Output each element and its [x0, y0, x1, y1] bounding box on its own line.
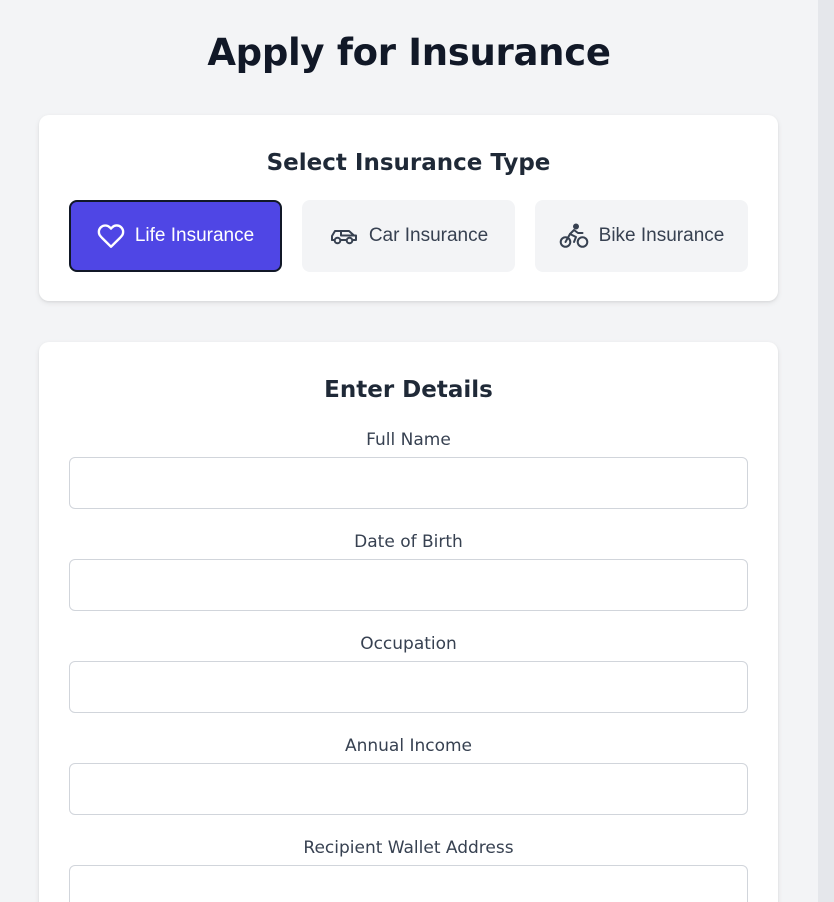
wallet-address-label: Recipient Wallet Address [303, 838, 514, 858]
occupation-label: Occupation [360, 634, 457, 654]
life-insurance-button[interactable]: Life Insurance [69, 200, 282, 272]
page-scrollbar[interactable] [818, 0, 834, 902]
date-of-birth-label: Date of Birth [354, 532, 463, 552]
full-name-label: Full Name [366, 430, 451, 450]
full-name-input[interactable] [69, 457, 748, 509]
car-insurance-label: Car Insurance [368, 225, 489, 246]
annual-income-label: Annual Income [344, 736, 473, 756]
heart-icon [97, 222, 125, 250]
life-insurance-label: Life Insurance [134, 225, 255, 246]
annual-income-input[interactable] [69, 763, 748, 815]
details-heading: Enter Details [324, 377, 493, 403]
details-card: Enter Details Full Name Date of Birth Oc… [39, 342, 778, 902]
bicycle-icon [559, 222, 589, 250]
occupation-input[interactable] [69, 661, 748, 713]
page-title: Apply for Insurance [207, 31, 611, 74]
insurance-type-card: Select Insurance Type Life Insurance Car… [39, 115, 778, 301]
date-of-birth-input[interactable] [69, 559, 748, 611]
bike-insurance-label: Bike Insurance [598, 225, 725, 246]
bike-insurance-button[interactable]: Bike Insurance [535, 200, 748, 272]
wallet-address-input[interactable] [69, 865, 748, 902]
car-insurance-button[interactable]: Car Insurance [302, 200, 515, 272]
car-icon [329, 225, 359, 247]
insurance-type-heading: Select Insurance Type [266, 150, 551, 176]
page-viewport: Apply for Insurance Select Insurance Typ… [0, 0, 834, 902]
